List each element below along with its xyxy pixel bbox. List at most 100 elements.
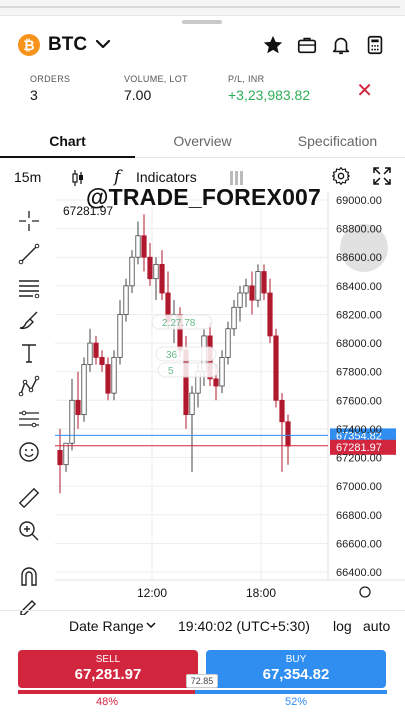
ghost-label: 2.27.78	[162, 318, 196, 329]
tab-bar: Chart Overview Specification	[0, 124, 405, 158]
instrument-symbol[interactable]: BTC	[48, 34, 87, 56]
candle-body	[225, 328, 231, 358]
tab-overview[interactable]: Overview	[135, 124, 270, 157]
position-stats: ORDERS 3 VOLUME, LOT 7.00 P/L, INR +3,23…	[18, 74, 387, 108]
candle-body	[81, 364, 87, 416]
ruler-icon[interactable]	[14, 485, 44, 511]
price-chart[interactable]: 2.27.78 36 5 67354.82 67281.97 69000.00 6880…	[0, 184, 405, 615]
candle-body	[273, 335, 279, 401]
y-tick-label: 67400.00	[336, 424, 382, 436]
ghost-label: 36	[166, 350, 178, 361]
candlestick-type-icon[interactable]	[71, 169, 85, 187]
crosshair-tool-icon[interactable]	[14, 208, 44, 234]
candle-body	[69, 399, 75, 444]
ghost-label-bg	[155, 346, 217, 362]
trend-line-tool-icon[interactable]	[14, 241, 44, 267]
candle-body	[231, 306, 237, 330]
date-range-selector[interactable]: Date Range	[69, 618, 144, 634]
y-tick-label: 68000.00	[336, 338, 382, 350]
chevron-down-icon[interactable]	[146, 620, 156, 630]
candle-body	[243, 285, 249, 294]
app-screen: ₿ BTC ORDERS 3 VOLUME, LOT 7.00 P/L, INR…	[0, 0, 405, 720]
close-all-positions-icon[interactable]: ✕	[356, 81, 373, 101]
spread-badge: 72.85	[186, 674, 218, 688]
brush-tool-icon[interactable]	[14, 307, 44, 333]
volume-stat[interactable]: VOLUME, LOT 7.00	[124, 74, 228, 108]
pl-stat[interactable]: P/L, INR +3,23,983.82	[228, 74, 348, 108]
candle-body	[255, 271, 261, 301]
candle-body	[87, 342, 93, 365]
fullscreen-expand-icon[interactable]	[373, 167, 391, 185]
templates-icon[interactable]	[230, 171, 244, 185]
y-tick-label: 68800.00	[336, 224, 382, 236]
instrument-header: ₿ BTC	[0, 30, 405, 60]
axis-settings-icon	[359, 586, 371, 598]
sentiment-ratio-bar	[18, 690, 387, 694]
buy-button[interactable]: BUY 67,354.82	[206, 650, 386, 688]
indicators-button[interactable]: Indicators	[136, 169, 197, 185]
y-tick-label: 68400.00	[336, 281, 382, 293]
candle-body	[261, 271, 267, 294]
candle-body	[99, 356, 105, 365]
orders-stat[interactable]: ORDERS 3	[18, 74, 124, 108]
candlestick-chart-svg[interactable]: 2.27.78365 67354.8267281.97 69000.006880…	[0, 192, 405, 602]
pattern-tool-icon[interactable]	[14, 373, 44, 399]
candle-body	[123, 285, 129, 315]
y-tick-label: 66400.00	[336, 567, 382, 579]
tab-chart[interactable]: Chart	[0, 124, 135, 158]
y-tick-label: 68600.00	[336, 252, 382, 264]
candle-body	[279, 399, 285, 423]
pl-label: P/L, INR	[228, 74, 265, 84]
magnet-icon[interactable]	[14, 564, 44, 590]
auto-scale-toggle[interactable]: auto	[363, 618, 390, 634]
log-scale-toggle[interactable]: log	[333, 618, 352, 634]
candle-body	[153, 263, 159, 280]
chevron-down-icon[interactable]	[95, 34, 111, 54]
candle-body	[135, 235, 141, 258]
y-tick-label: 67600.00	[336, 395, 382, 407]
orders-value: 3	[30, 87, 38, 103]
volume-label: VOLUME, LOT	[124, 74, 188, 84]
top-strip	[0, 0, 405, 16]
candle-body	[159, 263, 165, 294]
x-tick-label: 12:00	[137, 586, 167, 600]
candle-body	[63, 442, 69, 466]
candle-body	[111, 356, 117, 394]
candle-body	[93, 342, 99, 358]
x-tick-label: 18:00	[246, 586, 276, 600]
sheet-grab-handle[interactable]	[182, 20, 222, 24]
ghost-label-bg	[157, 362, 219, 378]
trade-panel: SELL 67,281.97 BUY 67,354.82 72.85 48% 5…	[0, 648, 405, 720]
volume-value: 7.00	[124, 87, 152, 103]
candle-body	[189, 392, 195, 416]
bell-icon[interactable]	[329, 33, 353, 57]
bitcoin-logo-icon: ₿	[18, 34, 40, 56]
fib-tool-icon[interactable]	[14, 406, 44, 432]
pl-value: +3,23,983.82	[228, 87, 311, 103]
star-icon[interactable]	[261, 33, 285, 57]
horizontal-lines-tool-icon[interactable]	[14, 274, 44, 300]
portfolio-briefcase-icon[interactable]	[295, 33, 319, 57]
candle-body	[105, 364, 111, 394]
smiley-icon[interactable]	[14, 439, 44, 465]
y-tick-label: 66600.00	[336, 538, 382, 550]
zoom-in-icon[interactable]	[14, 518, 44, 544]
watermark-text: @TRADE_FOREX007	[86, 184, 322, 210]
candle-body	[219, 356, 225, 387]
candle-body	[249, 285, 255, 301]
candle-body	[75, 399, 81, 416]
y-tick-label: 67800.00	[336, 367, 382, 379]
buy-label: BUY	[285, 654, 307, 665]
candle-body	[117, 314, 123, 358]
calculator-icon[interactable]	[363, 33, 387, 57]
chart-settings-gear-icon[interactable]	[331, 166, 351, 186]
sell-ratio-fill	[18, 690, 196, 694]
server-time: 19:40:02 (UTC+5:30)	[178, 618, 310, 634]
buy-price: 67,354.82	[262, 666, 330, 683]
timeframe-selector[interactable]: 15m	[14, 169, 41, 185]
header-actions	[261, 33, 387, 57]
tab-specification[interactable]: Specification	[270, 124, 405, 157]
sell-button[interactable]: SELL 67,281.97	[18, 650, 198, 688]
candle-body	[147, 256, 153, 280]
text-tool-icon[interactable]	[14, 340, 44, 366]
